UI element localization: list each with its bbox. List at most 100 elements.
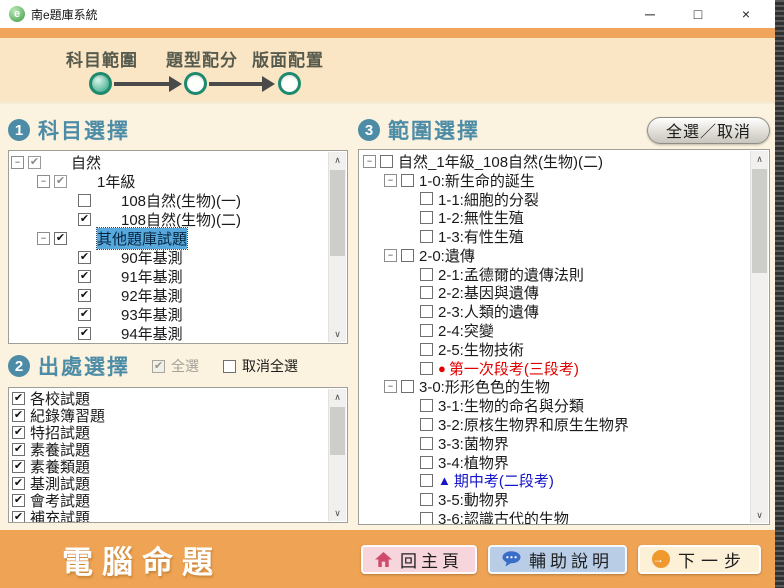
tree-expander-icon[interactable]: −: [384, 174, 397, 187]
range-tree-item[interactable]: 1-1:細胞的分裂: [359, 190, 749, 209]
step-circle-1-active[interactable]: [89, 72, 112, 95]
range-tree-item[interactable]: 1-3:有性生殖: [359, 227, 749, 246]
checkbox[interactable]: [420, 474, 433, 487]
range-tree-item[interactable]: 3-6:認識古代的生物: [359, 509, 749, 525]
checkbox[interactable]: [420, 324, 433, 337]
step-circle-2[interactable]: [184, 72, 207, 95]
range-tree-item[interactable]: −自然_1年級_108自然(生物)(二): [359, 152, 749, 171]
tree-expander-icon[interactable]: −: [384, 249, 397, 262]
checkbox[interactable]: ✔: [78, 270, 91, 283]
checkbox[interactable]: [78, 194, 91, 207]
help-button[interactable]: 輔助說明: [488, 545, 627, 574]
tree-expander-icon[interactable]: −: [37, 232, 50, 245]
checkbox[interactable]: ✔: [12, 409, 25, 422]
range-tree-item[interactable]: 3-2:原核生物界和原生生物界: [359, 415, 749, 434]
checkbox[interactable]: [420, 362, 433, 375]
range-tree-item[interactable]: −3-0:形形色色的生物: [359, 378, 749, 397]
tree-expander-icon[interactable]: −: [363, 155, 376, 168]
checkbox[interactable]: [420, 286, 433, 299]
subject-tree-item[interactable]: 108自然(生物)(一): [9, 191, 327, 210]
checkbox[interactable]: [420, 493, 433, 506]
select-all-option[interactable]: ✔ 全選: [152, 356, 199, 376]
checkbox[interactable]: [401, 380, 414, 393]
tree-expander-icon[interactable]: −: [384, 380, 397, 393]
step-circle-3[interactable]: [278, 72, 301, 95]
range-tree-item[interactable]: −1-0:新生命的誕生: [359, 171, 749, 190]
checkbox[interactable]: ✔: [78, 289, 91, 302]
scroll-down-icon[interactable]: ∨: [751, 507, 768, 523]
tree-expander-icon[interactable]: −: [11, 156, 24, 169]
range-tree-item[interactable]: 3-4:植物界: [359, 453, 749, 472]
scrollbar-thumb[interactable]: [330, 170, 345, 256]
checkbox[interactable]: ✔: [78, 308, 91, 321]
subject-tree-item[interactable]: ✔91年基測: [9, 267, 327, 286]
scroll-down-icon[interactable]: ∨: [329, 326, 346, 342]
checkbox[interactable]: [420, 211, 433, 224]
checkbox[interactable]: ✔: [12, 460, 25, 473]
tree-expander-icon[interactable]: −: [37, 175, 50, 188]
checkbox[interactable]: [420, 418, 433, 431]
select-all-checkbox[interactable]: ✔: [152, 360, 165, 373]
checkbox[interactable]: ✔: [12, 392, 25, 405]
checkbox[interactable]: [420, 192, 433, 205]
subject-tree-item[interactable]: −✔自然: [9, 153, 327, 172]
checkbox[interactable]: [420, 399, 433, 412]
select-all-toggle-button[interactable]: 全選／取消: [647, 117, 770, 144]
range-tree-item[interactable]: 1-2:無性生殖: [359, 208, 749, 227]
scroll-up-icon[interactable]: ∧: [751, 151, 768, 167]
scroll-up-icon[interactable]: ∧: [329, 389, 346, 405]
source-list-scrollbar[interactable]: ∧ ∨: [328, 389, 346, 521]
range-tree-item[interactable]: 2-3:人類的遺傳: [359, 302, 749, 321]
checkbox[interactable]: ✔: [12, 494, 25, 507]
subject-tree-item[interactable]: ✔93年基測: [9, 305, 327, 324]
range-tree-scrollbar[interactable]: ∧ ∨: [750, 151, 768, 523]
scrollbar-thumb[interactable]: [330, 407, 345, 455]
close-button[interactable]: ×: [722, 0, 770, 28]
subject-tree-item[interactable]: −✔1年級: [9, 172, 327, 191]
checkbox[interactable]: ✔: [78, 327, 91, 340]
checkbox[interactable]: [420, 305, 433, 318]
range-tree-item[interactable]: −2-0:遺傳: [359, 246, 749, 265]
checkbox[interactable]: [401, 249, 414, 262]
range-tree-item[interactable]: 3-1:生物的命名與分類: [359, 396, 749, 415]
checkbox[interactable]: ✔: [12, 426, 25, 439]
range-tree-item[interactable]: ▲期中考(二段考): [359, 472, 749, 491]
checkbox[interactable]: [420, 456, 433, 469]
subject-tree-item[interactable]: ✔108自然(生物)(二): [9, 210, 327, 229]
checkbox[interactable]: ✔: [78, 213, 91, 226]
source-list-item[interactable]: ✔補充試題: [9, 509, 327, 523]
subject-tree-item[interactable]: −✔其他題庫試題: [9, 229, 327, 248]
checkbox[interactable]: ✔: [28, 156, 41, 169]
checkbox[interactable]: [420, 343, 433, 356]
checkbox[interactable]: ✔: [54, 232, 67, 245]
subject-tree-item[interactable]: ✔95年基測: [9, 343, 327, 344]
scroll-up-icon[interactable]: ∧: [329, 152, 346, 168]
range-tree-item[interactable]: 2-1:孟德爾的遺傳法則: [359, 265, 749, 284]
checkbox[interactable]: [420, 512, 433, 525]
maximize-button[interactable]: □: [674, 0, 722, 28]
minimize-button[interactable]: ─: [626, 0, 674, 28]
range-tree-item[interactable]: 2-4:突變: [359, 321, 749, 340]
range-tree-item[interactable]: 2-5:生物技術: [359, 340, 749, 359]
checkbox[interactable]: ✔: [12, 443, 25, 456]
subject-tree-item[interactable]: ✔94年基測: [9, 324, 327, 343]
checkbox[interactable]: ✔: [12, 511, 25, 523]
checkbox[interactable]: [420, 268, 433, 281]
next-step-button[interactable]: → 下一步: [638, 545, 761, 574]
deselect-all-option[interactable]: ✔ 取消全選: [223, 356, 298, 376]
checkbox[interactable]: ✔: [54, 175, 67, 188]
range-tree-item[interactable]: 3-5:動物界: [359, 490, 749, 509]
scrollbar-thumb[interactable]: [752, 169, 767, 273]
home-button[interactable]: 回主頁: [361, 545, 477, 574]
subject-tree-scrollbar[interactable]: ∧ ∨: [328, 152, 346, 342]
checkbox[interactable]: [401, 174, 414, 187]
range-tree-item[interactable]: 3-3:菌物界: [359, 434, 749, 453]
checkbox[interactable]: [420, 230, 433, 243]
checkbox[interactable]: [420, 437, 433, 450]
checkbox[interactable]: ✔: [12, 477, 25, 490]
scroll-down-icon[interactable]: ∨: [329, 505, 346, 521]
deselect-all-checkbox[interactable]: ✔: [223, 360, 236, 373]
range-tree-item[interactable]: ●第一次段考(三段考): [359, 359, 749, 378]
subject-tree-item[interactable]: ✔92年基測: [9, 286, 327, 305]
checkbox[interactable]: ✔: [78, 251, 91, 264]
